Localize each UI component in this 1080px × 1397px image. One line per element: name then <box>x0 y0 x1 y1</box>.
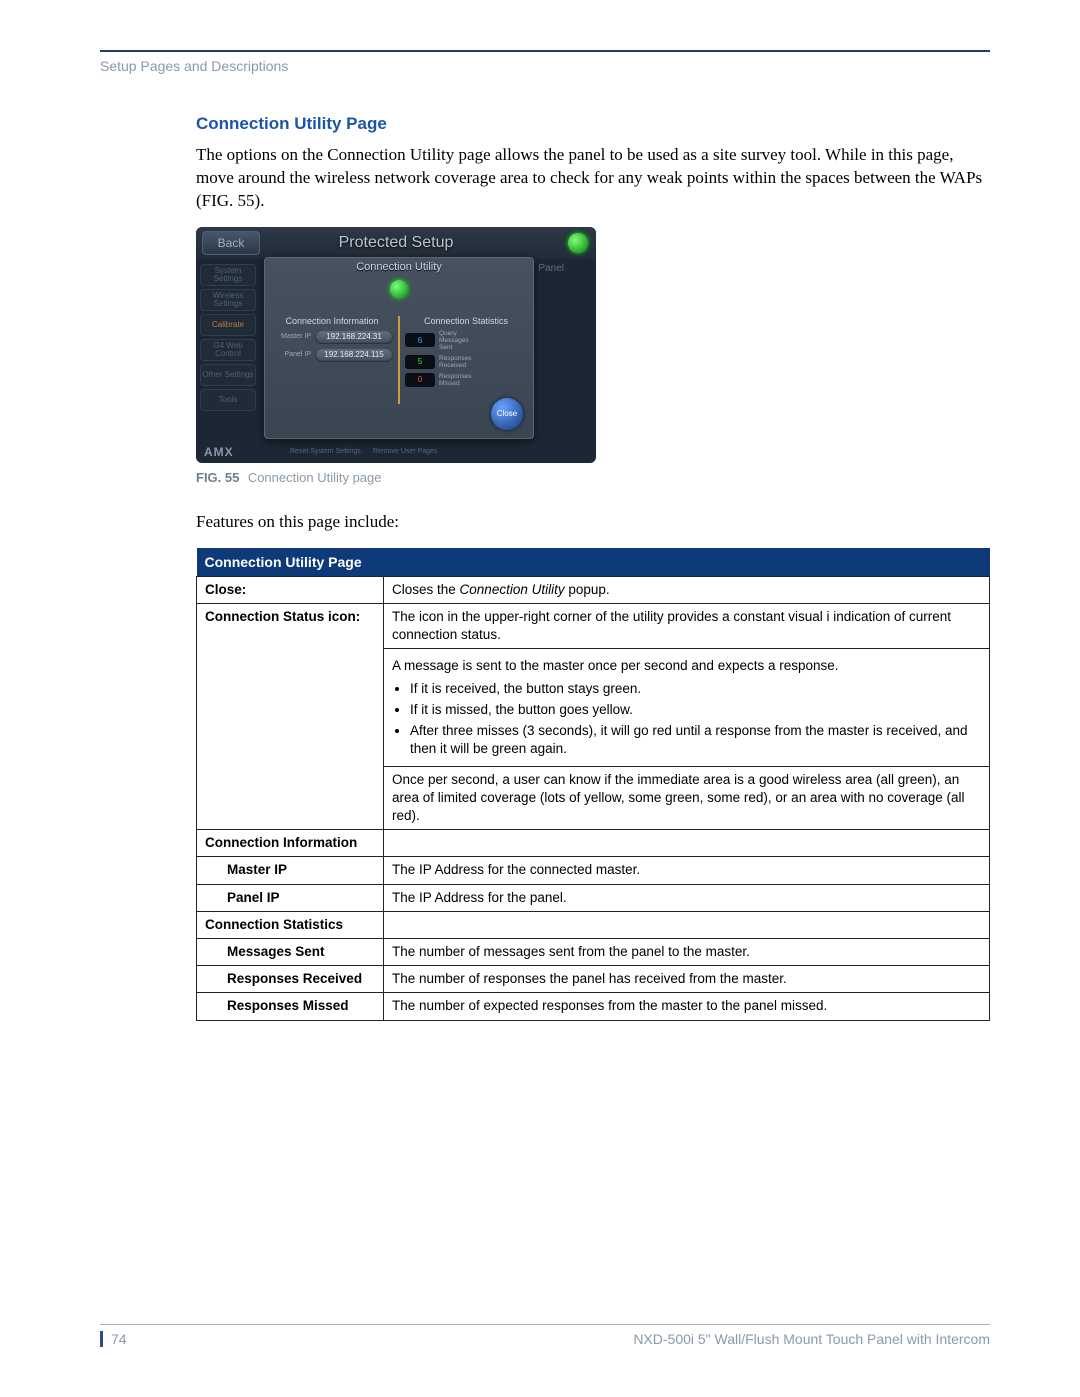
row-status-b2: If it is missed, the button goes yellow. <box>410 701 981 719</box>
row-status-p1: The icon in the upper-right corner of th… <box>384 603 990 648</box>
table-header: Connection Utility Page <box>197 548 990 577</box>
col-title-stats: Connection Statistics <box>405 316 527 326</box>
features-lead: Features on this page include: <box>196 511 990 534</box>
page-number: 74 <box>100 1331 127 1347</box>
figure-screenshot: Protected Setup Back Panel System Settin… <box>196 227 596 463</box>
side-btn-g4-web-control[interactable]: G4 Web Control <box>200 339 256 361</box>
panel-ip-value: 192.168.224.115 <box>315 348 393 362</box>
row-status-label: Connection Status icon: <box>197 603 384 829</box>
panel-ip-label: Panel IP <box>271 351 315 358</box>
stat-resp-miss: 0 <box>405 373 435 387</box>
row-status-b3: After three misses (3 seconds), it will … <box>410 722 981 758</box>
amx-logo: AMX <box>196 445 284 459</box>
figure-label: FIG. 55 <box>196 470 239 485</box>
side-btn-wireless-settings[interactable]: Wireless Settings <box>200 289 256 311</box>
row-resp-recv-label: Responses Received <box>197 966 384 993</box>
section-intro: The options on the Connection Utility pa… <box>196 144 990 213</box>
close-button[interactable]: Close <box>491 398 523 430</box>
connection-utility-popup: Connection Utility Connection Informatio… <box>264 257 534 439</box>
side-btn-tools[interactable]: Tools <box>200 389 256 411</box>
row-master-ip-label: Master IP <box>197 857 384 884</box>
close-desc-post: popup. <box>565 582 610 597</box>
section-title: Connection Utility Page <box>196 114 990 134</box>
row-status-p3: Once per second, a user can know if the … <box>384 766 990 830</box>
stat-resp-recv: 5 <box>405 355 435 369</box>
row-status-b1: If it is received, the button stays gree… <box>410 680 981 698</box>
row-status-block: A message is sent to the master once per… <box>384 649 990 766</box>
side-btn-calibrate[interactable]: Calibrate <box>200 314 256 336</box>
features-table: Connection Utility Page Close: Closes th… <box>196 548 990 1021</box>
row-ci-empty <box>384 830 990 857</box>
doc-title: NXD-500i 5" Wall/Flush Mount Touch Panel… <box>633 1331 990 1347</box>
panel-label: Panel <box>538 263 564 274</box>
page-footer: 74 NXD-500i 5" Wall/Flush Mount Touch Pa… <box>100 1324 990 1347</box>
row-cs-empty <box>384 911 990 938</box>
bottom-btn-reset[interactable]: Reset System Settings <box>284 446 367 457</box>
row-ci-label: Connection Information <box>197 830 384 857</box>
row-resp-miss-desc: The number of expected responses from th… <box>384 993 990 1020</box>
row-close-desc: Closes the Connection Utility popup. <box>384 576 990 603</box>
stat-resp-recv-label: Responses Received <box>435 355 479 369</box>
back-button[interactable]: Back <box>202 231 260 255</box>
row-panel-ip-label: Panel IP <box>197 884 384 911</box>
breadcrumb: Setup Pages and Descriptions <box>100 58 990 74</box>
row-resp-recv-desc: The number of responses the panel has re… <box>384 966 990 993</box>
stat-msgs-sent: 6 <box>405 333 435 347</box>
row-master-ip-desc: The IP Address for the connected master. <box>384 857 990 884</box>
side-btn-system-settings[interactable]: System Settings <box>200 264 256 286</box>
row-cs-label: Connection Statistics <box>197 911 384 938</box>
popup-status-icon <box>390 280 408 298</box>
popup-title: Connection Utility <box>265 258 533 275</box>
side-nav: System Settings Wireless Settings Calibr… <box>196 261 260 414</box>
close-desc-em: Connection Utility <box>460 582 565 597</box>
row-close-label: Close: <box>197 576 384 603</box>
stat-resp-miss-label: Responses Missed <box>435 373 479 387</box>
figure-caption: Connection Utility page <box>248 470 382 485</box>
row-status-p2: A message is sent to the master once per… <box>392 657 981 675</box>
stat-msgs-sent-label: Query Messages Sent <box>435 330 479 351</box>
row-panel-ip-desc: The IP Address for the panel. <box>384 884 990 911</box>
col-title-info: Connection Information <box>271 316 393 326</box>
master-ip-value: 192.168.224.31 <box>315 330 393 344</box>
master-ip-label: Master IP <box>271 333 315 340</box>
close-desc-pre: Closes the <box>392 582 460 597</box>
connection-status-icon <box>568 233 588 253</box>
bottom-btn-remove[interactable]: Remove User Pages <box>367 446 444 457</box>
row-msg-sent-label: Messages Sent <box>197 939 384 966</box>
side-btn-other-settings[interactable]: Other Settings <box>200 364 256 386</box>
row-msg-sent-desc: The number of messages sent from the pan… <box>384 939 990 966</box>
row-resp-miss-label: Responses Missed <box>197 993 384 1020</box>
